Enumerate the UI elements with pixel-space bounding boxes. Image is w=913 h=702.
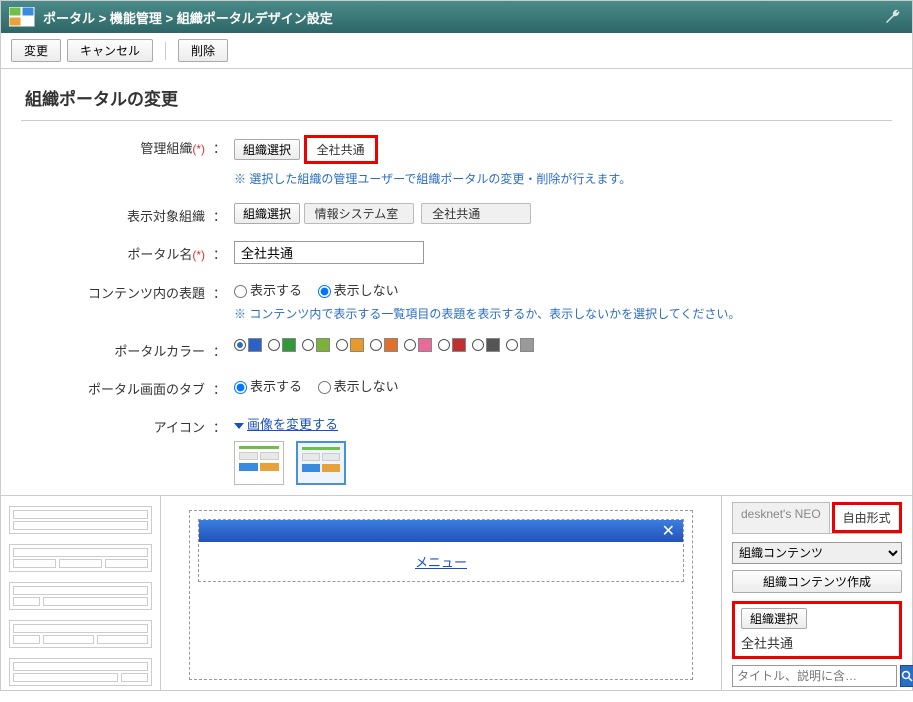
menu-widget-header[interactable]: ✕ bbox=[199, 520, 683, 542]
row-portal-tab: ポータル画面のタブ ： 表示する 表示しない bbox=[21, 376, 892, 398]
delete-button[interactable]: 削除 bbox=[178, 39, 228, 62]
label-portal-name: ポータル名(*) bbox=[21, 241, 211, 263]
icon-card-2[interactable] bbox=[296, 441, 346, 485]
portal-name-input[interactable] bbox=[234, 241, 424, 264]
content-title-hide[interactable]: 表示しない bbox=[318, 283, 399, 298]
color-swatches bbox=[234, 338, 892, 352]
right-org-select-button[interactable]: 組織選択 bbox=[741, 608, 807, 629]
right-org-highlight: 組織選択 全社共通 bbox=[732, 601, 902, 659]
canvas-drop-area[interactable]: ✕ メニュー bbox=[189, 510, 693, 680]
search-button[interactable] bbox=[900, 665, 913, 687]
layout-thumb[interactable] bbox=[9, 506, 152, 534]
form-content: 組織ポータルの変更 管理組織(*) ： 組織選択 全社共通 ※ 選択した組織の管… bbox=[1, 69, 912, 485]
breadcrumb-2[interactable]: 機能管理 bbox=[110, 11, 162, 26]
menu-widget[interactable]: ✕ メニュー bbox=[198, 519, 684, 582]
label-icon: アイコン bbox=[21, 414, 211, 436]
content-title-show[interactable]: 表示する bbox=[234, 283, 302, 298]
layout-thumbnails bbox=[1, 496, 161, 690]
label-manage-org: 管理組織(*) bbox=[21, 135, 211, 157]
toolbar: 変更 キャンセル 削除 bbox=[1, 33, 912, 69]
portal-tab-hide[interactable]: 表示しない bbox=[318, 379, 399, 394]
triangle-icon bbox=[234, 423, 244, 429]
right-panel: desknet's NEO 自由形式 組織コンテンツ 組織コンテンツ作成 組織選… bbox=[722, 496, 912, 690]
label-target-org: 表示対象組織 bbox=[21, 203, 211, 225]
search-input[interactable] bbox=[732, 665, 897, 687]
tab-desknets[interactable]: desknet's NEO bbox=[732, 502, 830, 533]
manage-org-select-button[interactable]: 組織選択 bbox=[234, 139, 300, 160]
row-target-org: 表示対象組織 ： 組織選択 情報システム室 全社共通 bbox=[21, 203, 892, 225]
color-swatch[interactable] bbox=[438, 338, 466, 352]
row-content-title: コンテンツ内の表題 ： 表示する 表示しない ※ コンテンツ内で表示する一覧項目… bbox=[21, 280, 892, 322]
breadcrumb-3[interactable]: 組織ポータルデザイン設定 bbox=[177, 11, 333, 26]
target-org-tag-1[interactable]: 情報システム室 bbox=[304, 203, 414, 224]
portal-icon bbox=[9, 6, 35, 28]
content-type-select[interactable]: 組織コンテンツ bbox=[732, 542, 902, 564]
color-swatch[interactable] bbox=[370, 338, 398, 352]
menu-widget-body: メニュー bbox=[199, 542, 683, 581]
label-portal-tab: ポータル画面のタブ bbox=[21, 376, 211, 398]
color-swatch[interactable] bbox=[268, 338, 296, 352]
lower-panel: ✕ メニュー desknet's NEO 自由形式 組織コンテンツ 組織コンテン… bbox=[1, 495, 912, 690]
change-image-link[interactable]: 画像を変更する bbox=[247, 417, 338, 432]
toolbar-separator bbox=[165, 42, 166, 60]
label-portal-color: ポータルカラー bbox=[21, 338, 211, 360]
search-row bbox=[732, 665, 902, 687]
row-manage-org: 管理組織(*) ： 組織選択 全社共通 ※ 選択した組織の管理ユーザーで組織ポー… bbox=[21, 135, 892, 187]
icon-card-1[interactable] bbox=[234, 441, 284, 485]
menu-link[interactable]: メニュー bbox=[415, 555, 467, 570]
layout-thumb[interactable] bbox=[9, 544, 152, 572]
manage-org-note: ※ 選択した組織の管理ユーザーで組織ポータルの変更・削除が行えます。 bbox=[234, 170, 892, 187]
tab-freeform[interactable]: 自由形式 bbox=[835, 505, 899, 530]
page-title: 組織ポータルの変更 bbox=[21, 79, 892, 121]
color-swatch[interactable] bbox=[336, 338, 364, 352]
color-swatch[interactable] bbox=[506, 338, 534, 352]
right-org-value: 全社共通 bbox=[741, 633, 893, 652]
layout-thumb[interactable] bbox=[9, 620, 152, 648]
layout-canvas: ✕ メニュー bbox=[161, 496, 722, 690]
breadcrumb-1[interactable]: ポータル bbox=[43, 11, 95, 26]
right-tabs: desknet's NEO 自由形式 bbox=[732, 502, 902, 534]
target-org-tag-2[interactable]: 全社共通 bbox=[421, 203, 531, 224]
app-window: ポータル > 機能管理 > 組織ポータルデザイン設定 変更 キャンセル 削除 組… bbox=[0, 0, 913, 691]
color-swatch[interactable] bbox=[234, 338, 262, 352]
icon-select bbox=[234, 441, 892, 485]
color-swatch[interactable] bbox=[302, 338, 330, 352]
close-icon[interactable]: ✕ bbox=[662, 521, 675, 541]
content-title-note: ※ コンテンツ内で表示する一覧項目の表題を表示するか、表示しないかを選択してくだ… bbox=[234, 305, 892, 322]
row-portal-name: ポータル名(*) ： bbox=[21, 241, 892, 264]
cancel-button[interactable]: キャンセル bbox=[67, 39, 153, 62]
layout-thumb[interactable] bbox=[9, 582, 152, 610]
layout-thumb[interactable] bbox=[9, 658, 152, 686]
manage-org-value: 全社共通 bbox=[307, 138, 375, 161]
header-bar: ポータル > 機能管理 > 組織ポータルデザイン設定 bbox=[1, 1, 912, 33]
change-button[interactable]: 変更 bbox=[11, 39, 61, 62]
tab-freeform-highlight: 自由形式 bbox=[832, 502, 902, 533]
portal-tab-show[interactable]: 表示する bbox=[234, 379, 302, 394]
settings-icon[interactable] bbox=[882, 6, 904, 28]
color-swatch[interactable] bbox=[472, 338, 500, 352]
manage-org-highlight: 全社共通 bbox=[304, 135, 378, 164]
search-icon bbox=[901, 670, 913, 682]
label-content-title: コンテンツ内の表題 bbox=[21, 280, 211, 302]
row-icon: アイコン ： 画像を変更する bbox=[21, 414, 892, 485]
create-content-button[interactable]: 組織コンテンツ作成 bbox=[732, 570, 902, 593]
breadcrumb: ポータル > 機能管理 > 組織ポータルデザイン設定 bbox=[43, 8, 333, 27]
row-portal-color: ポータルカラー ： bbox=[21, 338, 892, 360]
target-org-select-button[interactable]: 組織選択 bbox=[234, 203, 300, 224]
color-swatch[interactable] bbox=[404, 338, 432, 352]
